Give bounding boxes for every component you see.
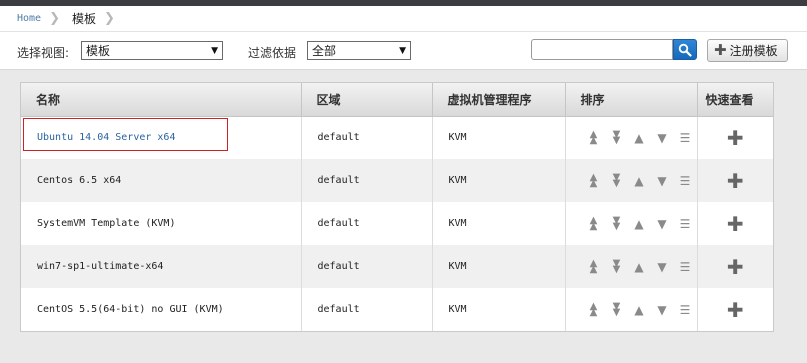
drag-icon[interactable]: ☰ xyxy=(674,260,697,274)
cell-zone: default xyxy=(301,159,433,202)
cell-hypervisor: KVM xyxy=(432,202,566,245)
drag-icon[interactable]: ☰ xyxy=(674,174,697,188)
cell-name[interactable]: Ubuntu 14.04 Server x64 xyxy=(21,116,302,159)
cell-zone: default xyxy=(301,202,433,245)
move-down-icon[interactable]: ▼ xyxy=(651,217,674,231)
search-input[interactable] xyxy=(531,39,673,60)
cell-quickview: ✚ xyxy=(697,288,773,331)
move-top-icon[interactable]: ▲ ▲ xyxy=(582,172,605,188)
table-row[interactable]: Ubuntu 14.04 Server x64 default KVM ▲ ▲ ▼… xyxy=(21,116,773,159)
filter-select-label: 过滤依据 xyxy=(248,46,297,60)
move-down-icon[interactable]: ▼ xyxy=(651,131,674,145)
view-select-value: 模板 xyxy=(86,44,111,58)
cell-name[interactable]: Centos 6.5 x64 xyxy=(21,159,302,202)
move-bottom-icon[interactable]: ▼ ▼ xyxy=(605,258,628,274)
cell-order: ▲ ▲ ▼ ▼ ▲ ▼ ☰ xyxy=(565,202,698,245)
move-up-icon[interactable]: ▲ xyxy=(628,217,651,231)
template-name[interactable]: SystemVM Template (KVM) xyxy=(37,218,175,229)
cell-quickview: ✚ xyxy=(697,202,773,245)
cell-order: ▲ ▲ ▼ ▼ ▲ ▼ ☰ xyxy=(565,159,698,202)
search-icon xyxy=(678,43,692,57)
toolbar: 选择视图: 模板 ▼ 过滤依据 全部 ▼ ✚ 注册模板 xyxy=(0,32,807,70)
cell-order: ▲ ▲ ▼ ▼ ▲ ▼ ☰ xyxy=(565,116,698,159)
column-header-order: 排序 xyxy=(565,83,698,117)
breadcrumb: Home ❯ 模板 ❯ xyxy=(0,6,807,32)
drag-icon[interactable]: ☰ xyxy=(674,303,697,317)
filter-select-value: 全部 xyxy=(312,44,337,58)
plus-icon[interactable]: ✚ xyxy=(727,212,744,236)
plus-icon: ✚ xyxy=(714,41,727,59)
move-down-icon[interactable]: ▼ xyxy=(651,260,674,274)
plus-icon[interactable]: ✚ xyxy=(727,126,744,150)
table-header-row: 名称 区域 虚拟机管理程序 排序 快速查看 xyxy=(21,83,773,117)
move-down-icon[interactable]: ▼ xyxy=(651,174,674,188)
template-name-link[interactable]: Ubuntu 14.04 Server x64 xyxy=(37,132,175,143)
plus-icon[interactable]: ✚ xyxy=(727,169,744,193)
table-row[interactable]: SystemVM Template (KVM) default KVM ▲ ▲ ▼… xyxy=(21,202,773,245)
search-button[interactable] xyxy=(673,39,697,60)
cell-zone: default xyxy=(301,245,433,288)
move-top-icon[interactable]: ▲ ▲ xyxy=(582,129,605,145)
move-bottom-icon[interactable]: ▼ ▼ xyxy=(605,172,628,188)
template-name[interactable]: CentOS 5.5(64-bit) no GUI (KVM) xyxy=(37,304,224,315)
plus-icon[interactable]: ✚ xyxy=(727,298,744,322)
cell-order: ▲ ▲ ▼ ▼ ▲ ▼ ☰ xyxy=(565,245,698,288)
template-name[interactable]: Centos 6.5 x64 xyxy=(37,175,121,186)
dropdown-arrow-icon: ▼ xyxy=(399,45,406,56)
template-name[interactable]: win7-sp1-ultimate-x64 xyxy=(37,261,163,272)
column-header-name[interactable]: 名称 xyxy=(21,83,302,117)
drag-icon[interactable]: ☰ xyxy=(674,217,697,231)
register-template-label: 注册模板 xyxy=(729,44,778,58)
cell-hypervisor: KVM xyxy=(432,245,566,288)
cell-order: ▲ ▲ ▼ ▼ ▲ ▼ ☰ xyxy=(565,288,698,331)
chevron-right-icon: ❯ xyxy=(49,11,60,26)
search-box xyxy=(531,39,697,60)
drag-icon[interactable]: ☰ xyxy=(674,131,697,145)
breadcrumb-home[interactable]: Home xyxy=(17,13,41,24)
register-template-button[interactable]: ✚ 注册模板 xyxy=(707,39,788,62)
move-bottom-icon[interactable]: ▼ ▼ xyxy=(605,301,628,317)
cell-hypervisor: KVM xyxy=(432,159,566,202)
move-down-icon[interactable]: ▼ xyxy=(651,303,674,317)
cell-quickview: ✚ xyxy=(697,245,773,288)
column-header-quickview: 快速查看 xyxy=(697,83,773,117)
move-up-icon[interactable]: ▲ xyxy=(628,303,651,317)
cell-zone: default xyxy=(301,116,433,159)
move-up-icon[interactable]: ▲ xyxy=(628,260,651,274)
cell-name[interactable]: CentOS 5.5(64-bit) no GUI (KVM) xyxy=(21,288,302,331)
move-up-icon[interactable]: ▲ xyxy=(628,174,651,188)
table-row[interactable]: win7-sp1-ultimate-x64 default KVM ▲ ▲ ▼ ▼ … xyxy=(21,245,773,288)
view-select[interactable]: 模板 ▼ xyxy=(81,41,223,60)
cell-name[interactable]: win7-sp1-ultimate-x64 xyxy=(21,245,302,288)
cell-quickview: ✚ xyxy=(697,159,773,202)
move-top-icon[interactable]: ▲ ▲ xyxy=(582,215,605,231)
filter-select[interactable]: 全部 ▼ xyxy=(307,41,411,60)
cell-quickview: ✚ xyxy=(697,116,773,159)
move-top-icon[interactable]: ▲ ▲ xyxy=(582,258,605,274)
move-bottom-icon[interactable]: ▼ ▼ xyxy=(605,215,628,231)
cell-hypervisor: KVM xyxy=(432,116,566,159)
move-up-icon[interactable]: ▲ xyxy=(628,131,651,145)
cell-name[interactable]: SystemVM Template (KVM) xyxy=(21,202,302,245)
templates-table: 名称 区域 虚拟机管理程序 排序 快速查看 Ubuntu 14.04 Serve… xyxy=(20,82,774,332)
column-header-hypervisor[interactable]: 虚拟机管理程序 xyxy=(432,83,566,117)
column-header-zone[interactable]: 区域 xyxy=(301,83,433,117)
breadcrumb-current: 模板 xyxy=(72,12,97,26)
plus-icon[interactable]: ✚ xyxy=(727,255,744,279)
view-select-label: 选择视图: xyxy=(17,46,70,60)
chevron-right-icon: ❯ xyxy=(104,11,115,26)
table-row[interactable]: CentOS 5.5(64-bit) no GUI (KVM) default … xyxy=(21,288,773,331)
cell-hypervisor: KVM xyxy=(432,288,566,331)
move-top-icon[interactable]: ▲ ▲ xyxy=(582,301,605,317)
cell-zone: default xyxy=(301,288,433,331)
move-bottom-icon[interactable]: ▼ ▼ xyxy=(605,129,628,145)
dropdown-arrow-icon: ▼ xyxy=(211,45,218,56)
table-row[interactable]: Centos 6.5 x64 default KVM ▲ ▲ ▼ ▼ ▲ ▼ ☰ ✚ xyxy=(21,159,773,202)
